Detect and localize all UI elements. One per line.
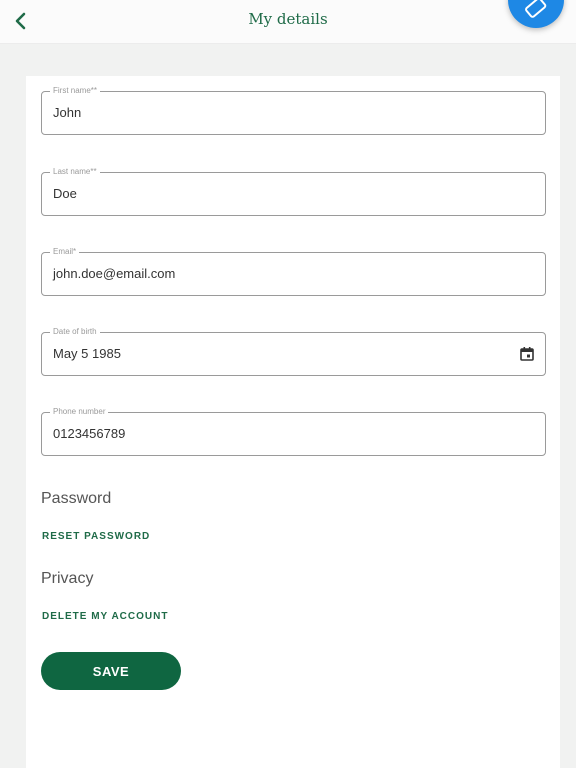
reset-password-link[interactable]: RESET PASSWORD (42, 531, 150, 542)
phone-number-label: Phone number (50, 406, 109, 418)
app-root: My details First name** John Last name**… (0, 0, 576, 768)
privacy-section-title: Privacy (41, 570, 94, 587)
last-name-field[interactable]: Last name** Doe (41, 166, 546, 216)
top-bar: My details (0, 0, 576, 44)
details-card: First name** John Last name** Doe Email*… (26, 76, 560, 768)
email-field[interactable]: Email* john.doe@email.com (41, 246, 546, 296)
rotate-phone-icon (525, 0, 547, 18)
last-name-value: Doe (53, 186, 77, 201)
delete-account-link[interactable]: DELETE MY ACCOUNT (42, 611, 168, 622)
email-value: john.doe@email.com (53, 266, 176, 281)
last-name-label: Last name** (50, 166, 100, 178)
save-button[interactable]: SAVE (41, 652, 181, 690)
page-title: My details (248, 10, 328, 28)
first-name-field[interactable]: First name** John (41, 85, 546, 135)
phone-number-field[interactable]: Phone number 0123456789 (41, 406, 546, 456)
calendar-icon[interactable] (519, 346, 535, 362)
date-of-birth-label: Date of birth (50, 326, 100, 338)
first-name-label: First name** (50, 85, 101, 97)
date-of-birth-field[interactable]: Date of birth May 5 1985 (41, 326, 546, 376)
password-section-title: Password (41, 490, 112, 507)
date-of-birth-value: May 5 1985 (53, 346, 121, 361)
email-label: Email* (50, 246, 80, 258)
phone-number-value: 0123456789 (53, 426, 126, 441)
first-name-value: John (53, 105, 82, 120)
